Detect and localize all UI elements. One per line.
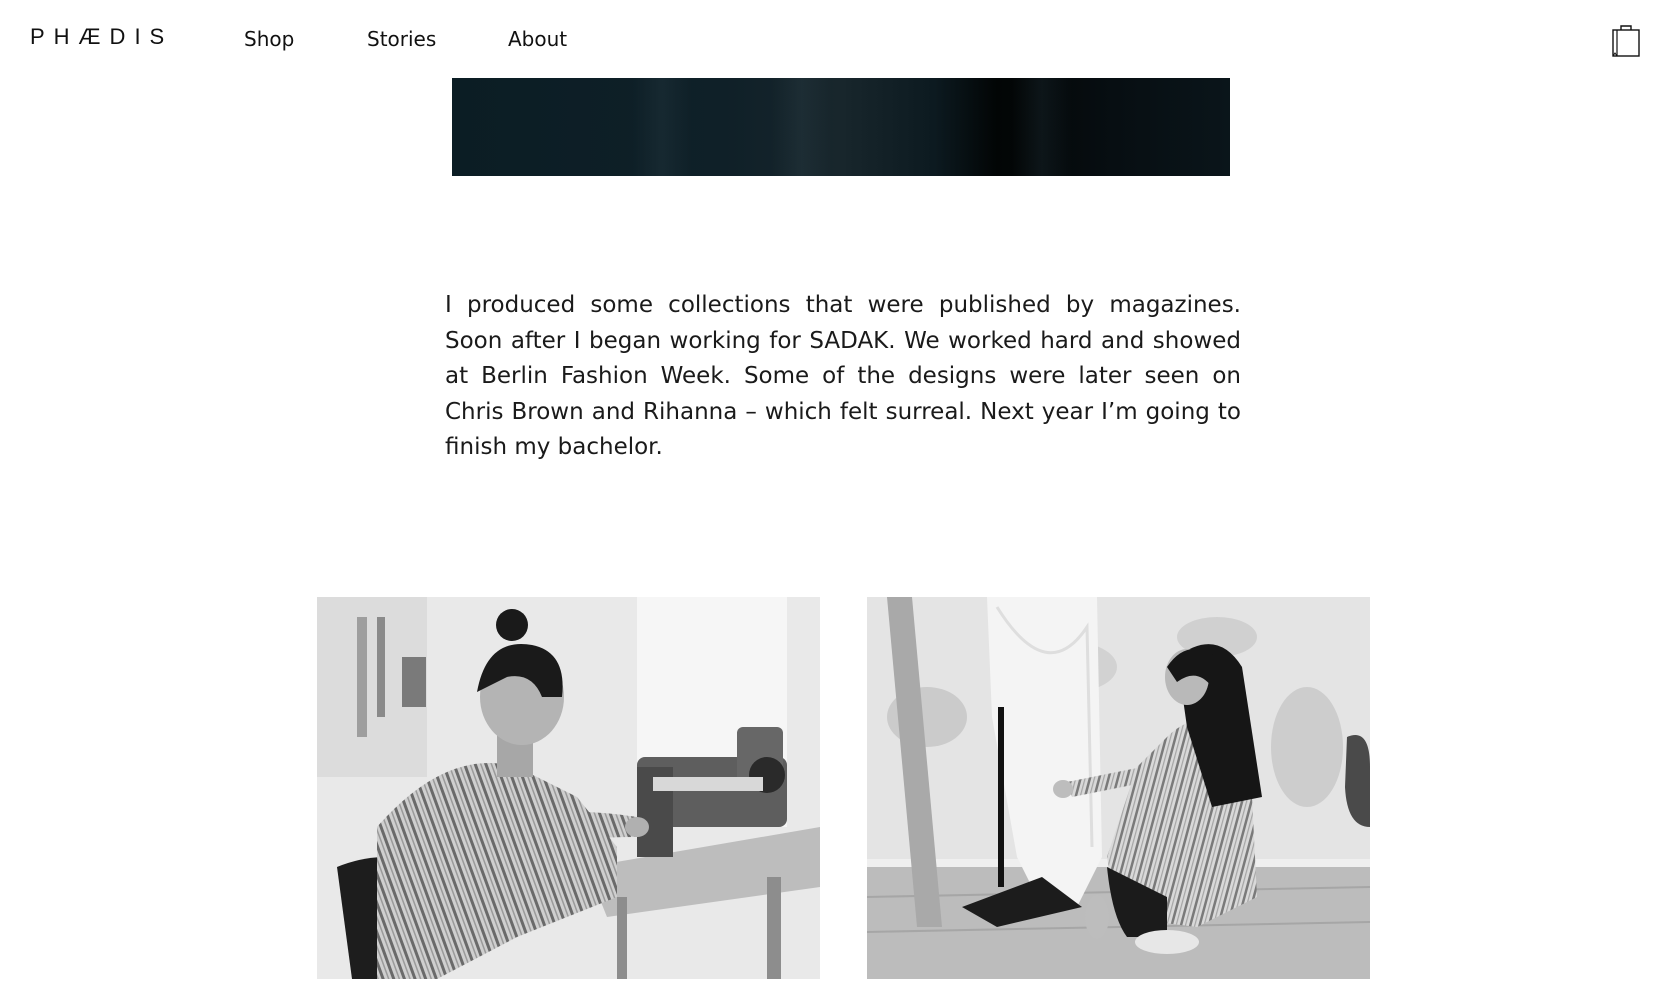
nav-stories[interactable]: Stories <box>367 27 436 51</box>
shopping-bag-icon[interactable] <box>1608 22 1644 58</box>
nav-about[interactable]: About <box>508 27 567 51</box>
man-at-sewing-machine-photo <box>317 597 820 979</box>
page: PHÆDIS Shop Stories About I produced som… <box>0 0 1672 986</box>
hero-image <box>452 78 1230 176</box>
nav-shop[interactable]: Shop <box>244 27 294 51</box>
woman-crouching-with-garment-photo <box>867 597 1370 979</box>
story-paragraph: I produced some collections that were pu… <box>445 292 1241 460</box>
brand-logo[interactable]: PHÆDIS <box>30 24 173 50</box>
site-header: PHÆDIS Shop Stories About <box>0 0 1672 78</box>
